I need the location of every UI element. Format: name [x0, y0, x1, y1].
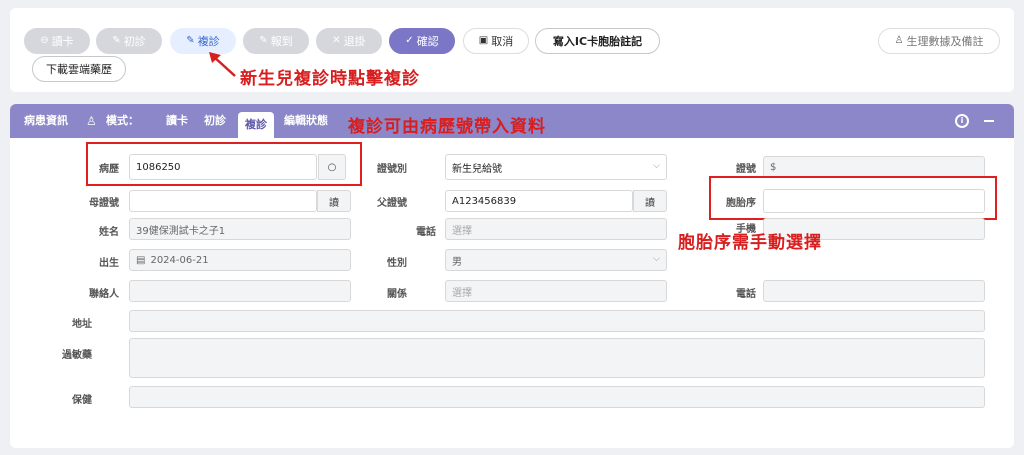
id-input[interactable]: $	[763, 156, 985, 178]
address-label: 地址	[72, 319, 92, 330]
tab-first-visit[interactable]: 初診	[204, 104, 226, 138]
card-icon: ⊖	[40, 35, 49, 46]
gender-label: 性別	[387, 258, 407, 269]
allergy-label: 過敏藥	[62, 350, 92, 361]
pen-icon: ✎	[186, 35, 195, 46]
calendar-icon: ▤	[136, 254, 146, 266]
insurance-label: 保健	[72, 395, 92, 406]
address-input[interactable]	[129, 310, 985, 332]
physio-data-button[interactable]: ♙ 生理數據及備註	[878, 28, 1000, 54]
name-input[interactable]: 39健保測試卡之子1	[129, 218, 351, 240]
phone2-label: 電話	[736, 289, 756, 300]
minimize-icon[interactable]	[984, 120, 994, 122]
record-annotation: 複診可由病歷號帶入資料	[348, 117, 546, 137]
first-visit-button[interactable]: ✎ 初診	[96, 28, 162, 54]
mode-label: 模式：	[106, 114, 139, 127]
tab-read-card[interactable]: 讀卡	[166, 104, 188, 138]
phone-select[interactable]: 選擇	[445, 218, 667, 240]
relation-label: 關係	[387, 289, 407, 300]
birth-order-highlight	[709, 176, 997, 220]
mother-read-button[interactable]: 讀	[317, 190, 351, 212]
info-icon[interactable]: i	[955, 114, 969, 128]
action-toolbar: ⊖ 讀卡 ✎ 初診 ✎ 複診 ✎ 報到 ✕ 退掛 ✓ 確認 ▣ 取消 寫入IC卡胞胎註記 ♙ 生…	[10, 8, 1014, 92]
mother-id-label: 母證號	[89, 198, 119, 209]
insurance-input[interactable]	[129, 386, 985, 408]
tab-revisit[interactable]: 複診	[238, 112, 274, 138]
id-type-label: 證號別	[377, 164, 407, 175]
relation-select[interactable]: 選擇	[445, 280, 667, 302]
close-icon: ✕	[332, 35, 341, 46]
withdraw-button[interactable]: ✕ 退掛	[316, 28, 382, 54]
chevron-down-icon: ⌵	[653, 254, 660, 264]
panel-title: 病患資訊	[24, 114, 68, 127]
arrow-annotation-icon	[209, 52, 236, 77]
record-highlight	[86, 142, 362, 186]
birth-date-input[interactable]: ▤ 2024-06-21	[129, 249, 351, 271]
user-icon: ♙	[894, 35, 904, 46]
tab-edit-state[interactable]: 編輯狀態	[284, 104, 328, 138]
allergy-textarea[interactable]	[129, 338, 985, 378]
cancel-icon: ▣	[478, 35, 489, 46]
father-id-input[interactable]: A123456839	[445, 190, 633, 212]
phone-label: 電話	[416, 227, 436, 238]
contact-input[interactable]	[129, 280, 351, 302]
pen-icon: ✎	[259, 35, 268, 46]
gender-select[interactable]: 男 ⌵	[445, 249, 667, 271]
chevron-down-icon: ⌵	[653, 161, 660, 171]
name-label: 姓名	[99, 227, 119, 238]
read-card-button[interactable]: ⊖ 讀卡	[24, 28, 90, 54]
check-icon: ✓	[405, 35, 414, 46]
download-cloud-button[interactable]: 下載雲端藥歷	[32, 56, 126, 82]
confirm-button[interactable]: ✓ 確認	[389, 28, 455, 54]
cancel-button[interactable]: ▣ 取消	[463, 28, 529, 54]
id-type-select[interactable]: 新生兒給號 ⌵	[445, 154, 667, 180]
pen-icon: ✎	[112, 35, 121, 46]
write-ic-button[interactable]: 寫入IC卡胞胎註記	[535, 28, 660, 54]
patient-info-panel: 病患資訊 ♙ 模式： 讀卡 初診 複診 編輯狀態 i 複診可由病歷號帶入資料 病…	[10, 104, 1014, 448]
father-read-button[interactable]: 讀	[633, 190, 667, 212]
birth-label: 出生	[99, 258, 119, 269]
phone2-input[interactable]	[763, 280, 985, 302]
user-icon: ♙	[86, 114, 97, 128]
contact-label: 聯絡人	[89, 289, 119, 300]
father-id-label: 父證號	[377, 198, 407, 209]
birth-order-annotation: 胞胎序需手動選擇	[678, 233, 822, 253]
id-label: 證號	[736, 164, 756, 175]
revisit-annotation: 新生兒複診時點擊複診	[240, 69, 420, 89]
register-button[interactable]: ✎ 報到	[243, 28, 309, 54]
mother-id-input[interactable]	[129, 190, 317, 212]
